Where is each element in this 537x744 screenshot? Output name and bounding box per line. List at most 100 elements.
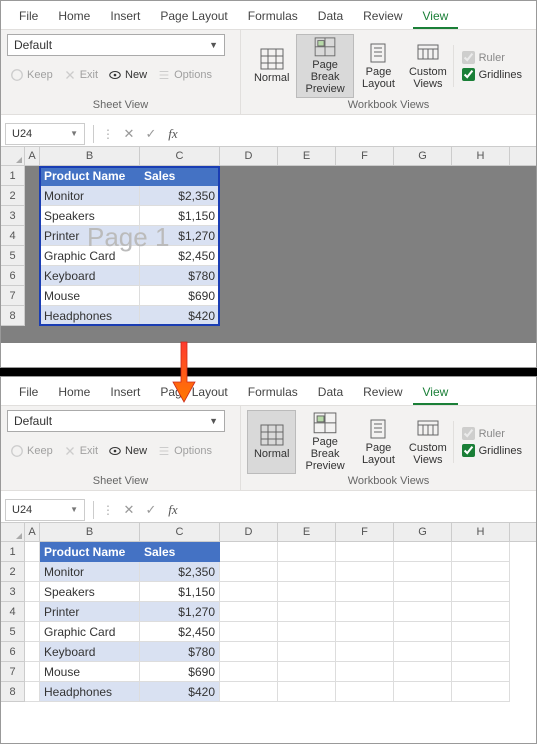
cell[interactable]: Speakers [40, 582, 140, 602]
cell[interactable]: Sales [140, 542, 220, 562]
cell[interactable] [278, 682, 336, 702]
cell[interactable]: Mouse [40, 286, 140, 306]
cell[interactable] [452, 186, 510, 206]
cell[interactable] [336, 562, 394, 582]
cell[interactable] [25, 186, 40, 206]
cell[interactable] [394, 582, 452, 602]
cell[interactable] [25, 166, 40, 186]
cell[interactable]: Printer [40, 602, 140, 622]
cell[interactable]: Headphones [40, 306, 140, 326]
table-row[interactable]: 5Graphic Card$2,450 [1, 622, 536, 642]
tab-formulas[interactable]: Formulas [238, 381, 308, 405]
row-header[interactable]: 5 [1, 622, 25, 642]
cell[interactable] [220, 582, 278, 602]
cell[interactable] [220, 246, 278, 266]
row-header[interactable]: 6 [1, 266, 25, 286]
cell[interactable]: $780 [140, 266, 220, 286]
sheet-view-dropdown[interactable]: Default ▼ [7, 410, 225, 432]
cell[interactable] [25, 286, 40, 306]
table-row[interactable]: 5 Graphic Card$2,450 [1, 246, 536, 266]
cell[interactable] [336, 682, 394, 702]
cell[interactable]: Speakers [40, 206, 140, 226]
cell[interactable] [336, 186, 394, 206]
tab-review[interactable]: Review [353, 5, 412, 29]
table-row[interactable]: 2Monitor$2,350 [1, 186, 536, 206]
cell[interactable]: $2,450 [140, 246, 220, 266]
col-header-g[interactable]: G [394, 523, 452, 541]
tab-review[interactable]: Review [353, 381, 412, 405]
new-button[interactable]: New [105, 442, 150, 460]
cell[interactable] [278, 662, 336, 682]
cell[interactable]: Graphic Card [40, 246, 140, 266]
formula-input[interactable] [184, 123, 536, 145]
row-header[interactable]: 8 [1, 306, 25, 326]
cell[interactable] [336, 306, 394, 326]
tab-file[interactable]: File [9, 381, 48, 405]
cell[interactable] [452, 542, 510, 562]
col-header-b[interactable]: B [40, 147, 140, 165]
cell[interactable] [452, 266, 510, 286]
cell[interactable] [394, 186, 452, 206]
cell[interactable]: Product Name [40, 166, 140, 186]
cell[interactable] [336, 226, 394, 246]
custom-views-button[interactable]: Custom Views [403, 34, 452, 98]
cell[interactable] [220, 642, 278, 662]
cell[interactable] [336, 206, 394, 226]
table-row[interactable]: 4Printer$1,270 [1, 602, 536, 622]
cell[interactable] [394, 602, 452, 622]
cell[interactable]: Monitor [40, 186, 140, 206]
cell[interactable] [452, 306, 510, 326]
cell[interactable] [220, 286, 278, 306]
cell[interactable]: Product Name [40, 542, 140, 562]
table-row[interactable]: 1Product NameSales [1, 166, 536, 186]
table-row[interactable]: 1 Product NameSales [1, 542, 536, 562]
row-header[interactable]: 6 [1, 642, 25, 662]
row-header[interactable]: 8 [1, 682, 25, 702]
row-header[interactable]: 5 [1, 246, 25, 266]
cell[interactable] [220, 186, 278, 206]
normal-view-button[interactable]: Normal [247, 34, 296, 98]
table-row[interactable]: 3Speakers$1,150 [1, 582, 536, 602]
row-header[interactable]: 3 [1, 206, 25, 226]
name-box[interactable]: U24 ▼ [5, 499, 85, 521]
cell[interactable]: $1,270 [140, 602, 220, 622]
cell[interactable]: $690 [140, 286, 220, 306]
table-row[interactable]: 8Headphones$420 [1, 682, 536, 702]
cell[interactable] [220, 226, 278, 246]
cell[interactable] [452, 562, 510, 582]
row-header[interactable]: 1 [1, 542, 25, 562]
row-header[interactable]: 7 [1, 662, 25, 682]
gridlines-checkbox[interactable]: Gridlines [462, 444, 522, 457]
cell[interactable] [394, 562, 452, 582]
cell[interactable] [336, 542, 394, 562]
cell[interactable] [278, 562, 336, 582]
table-row[interactable]: 7Mouse$690 [1, 662, 536, 682]
page-break-preview-button[interactable]: Page Break Preview [296, 34, 353, 98]
spreadsheet-grid-page-break[interactable]: A B C D E F G H 1Product NameSales2Monit… [1, 147, 536, 343]
col-header-c[interactable]: C [140, 523, 220, 541]
page-layout-button[interactable]: Page Layout [354, 34, 403, 98]
cell[interactable]: Mouse [40, 662, 140, 682]
cell[interactable] [452, 582, 510, 602]
custom-views-button[interactable]: Custom Views [403, 410, 452, 474]
cell[interactable]: Keyboard [40, 642, 140, 662]
cell[interactable] [452, 662, 510, 682]
select-all-corner[interactable] [1, 523, 25, 541]
cell[interactable] [336, 602, 394, 622]
cell[interactable]: $420 [140, 682, 220, 702]
cell[interactable] [394, 542, 452, 562]
cell[interactable] [278, 246, 336, 266]
cell[interactable] [25, 266, 40, 286]
tab-formulas[interactable]: Formulas [238, 5, 308, 29]
table-row[interactable]: 7 Mouse$690 [1, 286, 536, 306]
col-header-d[interactable]: D [220, 523, 278, 541]
table-row[interactable]: 4Printer$1,270 [1, 226, 536, 246]
cell[interactable] [220, 602, 278, 622]
row-header[interactable]: 7 [1, 286, 25, 306]
cell[interactable] [278, 622, 336, 642]
cell[interactable] [25, 602, 40, 622]
cell[interactable] [394, 306, 452, 326]
cell[interactable] [394, 662, 452, 682]
cell[interactable] [25, 562, 40, 582]
cell[interactable] [220, 662, 278, 682]
